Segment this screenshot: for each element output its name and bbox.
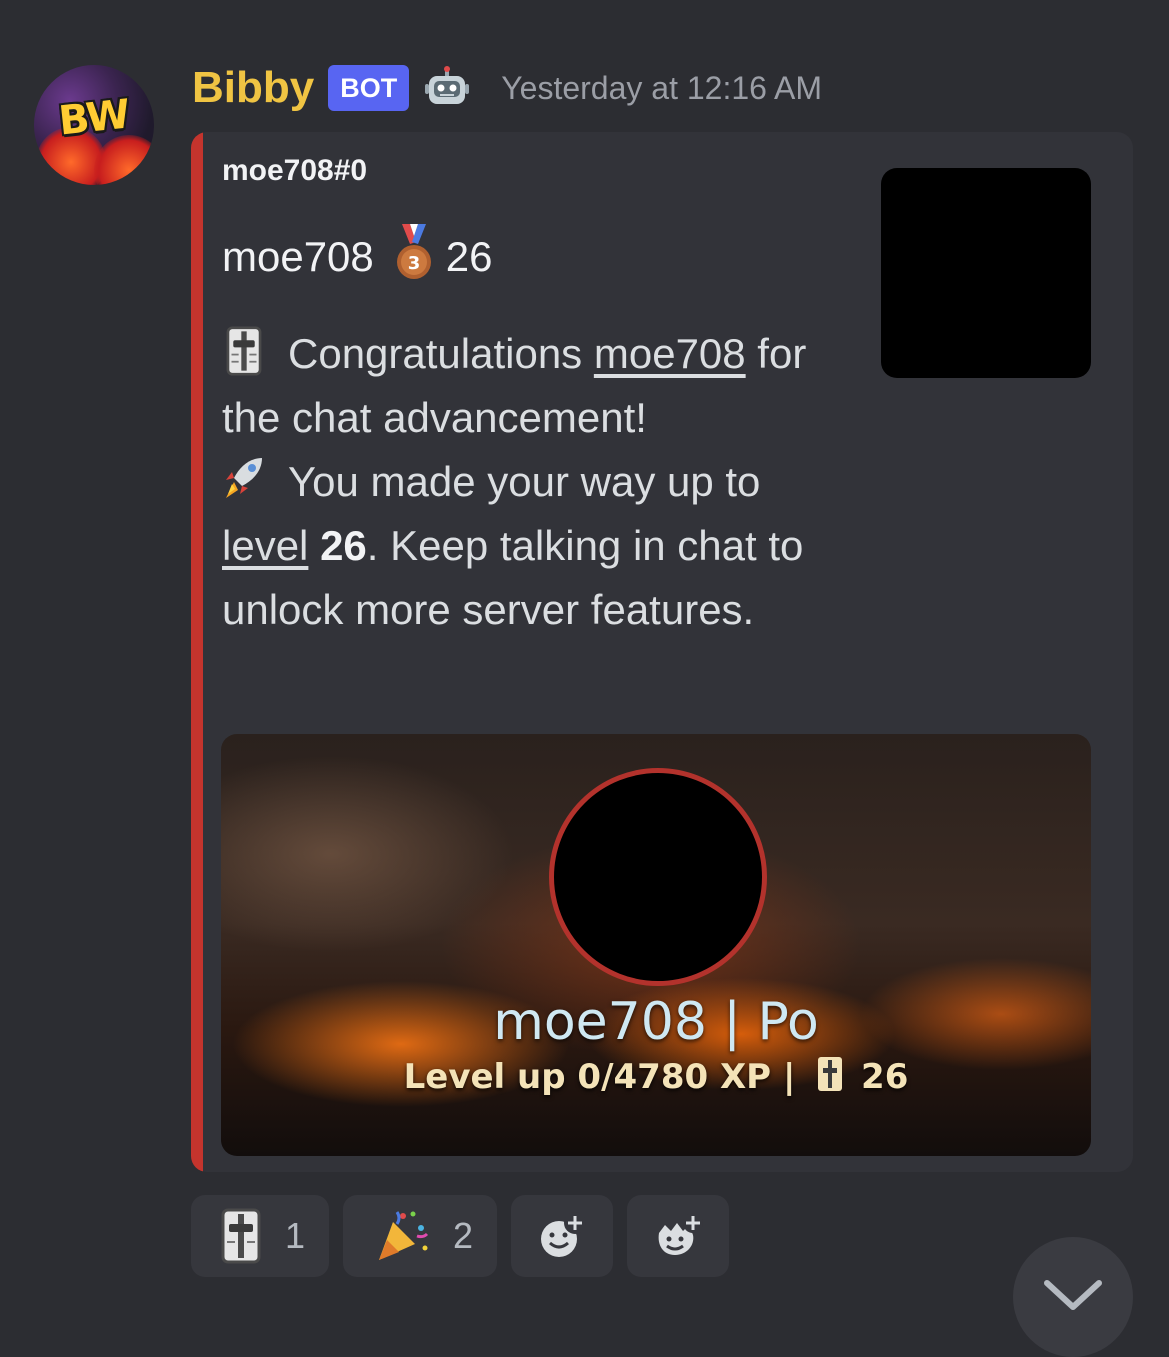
reaction-count: 1 [285, 1215, 306, 1256]
add-reaction-icon [541, 1212, 587, 1257]
rank-card-slider-icon [818, 1057, 843, 1091]
progress-text: You made your way up to [288, 458, 761, 505]
third-place-medal-icon: 3 [396, 224, 431, 279]
add-reaction-button[interactable] [511, 1195, 614, 1277]
embed-thumbnail[interactable] [881, 168, 1091, 378]
rocket-icon [226, 458, 262, 498]
rank-card-image[interactable]: moe708 | Po Level up 0/4780 XP | 26 [221, 734, 1091, 1156]
message-timestamp[interactable]: Yesterday at 12:16 AM [501, 70, 822, 107]
reaction-count: 2 [453, 1215, 474, 1256]
embed-accent-bar [191, 132, 203, 1172]
message-header: Bibby BOT Yesterday at 12:16 AM [192, 58, 822, 118]
add-super-reaction-button[interactable] [627, 1195, 730, 1277]
reaction-party-popper[interactable]: 2 [343, 1195, 498, 1277]
robot-icon [425, 66, 470, 104]
super-reaction-icon [658, 1213, 704, 1255]
avatar-flame-right [94, 135, 154, 185]
level-slider-icon [226, 326, 262, 376]
embed-title-name: moe708 [222, 233, 374, 280]
congrats-text: Congratulations [288, 330, 594, 377]
rank-card-avatar [549, 768, 767, 986]
keep-talking-text: . Keep talking in chat to unlock more se… [222, 522, 804, 633]
jump-to-bottom-button[interactable] [1013, 1237, 1133, 1357]
bot-avatar[interactable]: BW [34, 65, 154, 185]
level-slider-emoji-icon [221, 1208, 261, 1264]
bot-badge: BOT [328, 65, 410, 111]
rank-card-name: moe708 | Po [493, 992, 819, 1052]
embed-title-level: 26 [445, 233, 493, 280]
party-popper-emoji-icon [379, 1211, 429, 1260]
level-link[interactable]: level [222, 522, 308, 569]
embed-title: moe708 3 26 [222, 224, 493, 286]
rank-card-level-line: Level up 0/4780 XP | 26 [221, 1056, 1091, 1097]
level-up-embed: moe708#0 moe708 3 26 Congratulations moe… [191, 132, 1133, 1172]
user-mention[interactable]: moe708 [594, 330, 746, 377]
rank-card-level-value: 26 [861, 1057, 909, 1097]
new-level-value: 26 [320, 522, 367, 569]
reaction-level-slider[interactable]: 1 [191, 1195, 330, 1277]
reactions-bar: 1 2 [191, 1195, 730, 1277]
author-username[interactable]: Bibby [192, 63, 314, 113]
bot-message: BW Bibby BOT Yesterday at 12:16 AM moe70… [0, 0, 1169, 1357]
rank-card-xp: Level up 0/4780 XP | [403, 1057, 796, 1097]
svg-text:3: 3 [408, 253, 421, 274]
embed-author: moe708#0 [222, 154, 368, 187]
embed-description: Congratulations moe708 for the chat adva… [222, 322, 822, 642]
chevron-down-icon [1044, 1280, 1102, 1310]
